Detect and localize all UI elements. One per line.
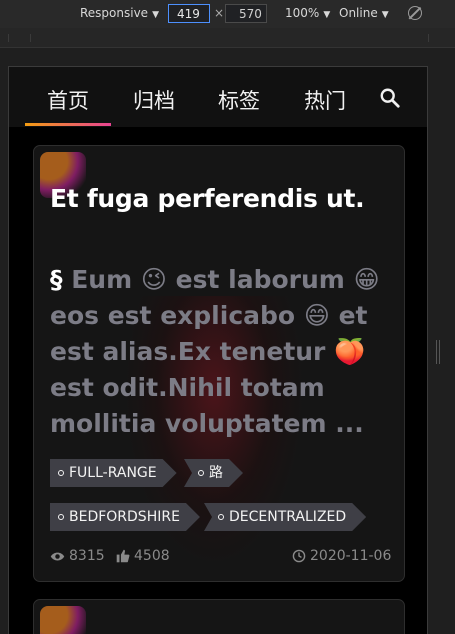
likes-value: 4508 xyxy=(134,548,170,564)
active-tab-indicator xyxy=(25,123,111,126)
emoji-smile: 😄 xyxy=(303,301,330,330)
search-icon[interactable] xyxy=(379,87,401,109)
chevron-down-icon: ▼ xyxy=(323,10,331,20)
emoji-peach: 🍑 xyxy=(334,337,366,366)
eye-icon xyxy=(50,552,65,560)
network-throttle-select[interactable]: Online ▼ xyxy=(339,6,389,20)
thumbs-up-icon xyxy=(116,549,130,563)
post-title[interactable]: Et fuga perferendis ut. xyxy=(50,184,365,213)
views-count: 8315 xyxy=(50,548,105,564)
post-card[interactable] xyxy=(33,599,405,634)
post-excerpt: § Eum 😉 est laborum 😁 eos est explicabo … xyxy=(50,262,395,442)
excerpt-text: Eum xyxy=(71,265,133,294)
tab-popular[interactable]: 热门 xyxy=(304,85,346,115)
chevron-down-icon: ▼ xyxy=(152,10,159,20)
width-input[interactable]: 419 xyxy=(168,4,210,23)
post-corner-badge xyxy=(40,606,86,634)
devtools-toolbar: Responsive ▼ 419 × 570 100% ▼ Online ▼ xyxy=(0,0,455,28)
device-mode-label: Responsive xyxy=(80,6,149,20)
tag-label: 路 xyxy=(209,465,223,481)
date-value: 2020-11-06 xyxy=(310,548,392,564)
device-ruler xyxy=(0,28,455,48)
tag-chip[interactable]: BEDFORDSHIRE xyxy=(50,503,200,531)
views-value: 8315 xyxy=(69,548,105,564)
likes-count[interactable]: 4508 xyxy=(116,548,170,564)
height-input[interactable]: 570 xyxy=(225,4,267,23)
emoji-grin: 😁 xyxy=(353,265,380,294)
device-viewport: 首页 归档 标签 热门 Et fuga perferendis ut. § Eu… xyxy=(8,66,428,634)
section-mark: § xyxy=(50,265,63,294)
clock-icon xyxy=(292,549,306,563)
network-label: Online xyxy=(339,6,378,20)
excerpt-text: est odit.Nihil totam mollitia voluptatem… xyxy=(50,373,364,438)
tag-chip[interactable]: FULL-RANGE xyxy=(50,459,177,487)
device-mode-select[interactable]: Responsive ▼ xyxy=(80,6,159,20)
emoji-wink: 😉 xyxy=(140,265,167,294)
resize-handle[interactable] xyxy=(436,340,440,364)
dimension-separator: × xyxy=(214,6,225,20)
tag-label: BEDFORDSHIRE xyxy=(69,509,180,525)
tab-home[interactable]: 首页 xyxy=(47,85,89,115)
rotate-disabled-icon[interactable] xyxy=(408,6,422,20)
tab-tags[interactable]: 标签 xyxy=(218,85,260,115)
zoom-select[interactable]: 100% ▼ xyxy=(285,6,330,20)
tab-archive[interactable]: 归档 xyxy=(133,85,175,115)
chevron-down-icon: ▼ xyxy=(381,10,389,20)
tag-dot-icon xyxy=(58,514,64,520)
tag-dot-icon xyxy=(218,514,224,520)
post-date: 2020-11-06 xyxy=(292,548,391,564)
tag-dot-icon xyxy=(198,470,204,476)
zoom-label: 100% xyxy=(285,6,320,20)
tag-chip[interactable]: DECENTRALIZED xyxy=(204,503,366,531)
post-card[interactable]: Et fuga perferendis ut. § Eum 😉 est labo… xyxy=(33,145,405,582)
excerpt-text: eos est explicabo xyxy=(50,301,296,330)
tag-label: FULL-RANGE xyxy=(69,465,157,481)
excerpt-text: est laborum xyxy=(175,265,345,294)
tag-label: DECENTRALIZED xyxy=(229,509,347,525)
tag-dot-icon xyxy=(58,470,64,476)
top-navigation: 首页 归档 标签 热门 xyxy=(9,67,427,127)
